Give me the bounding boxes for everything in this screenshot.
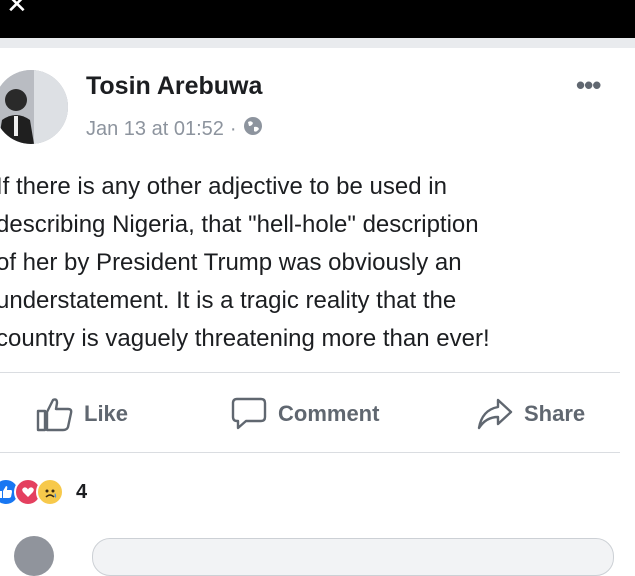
close-icon[interactable]: ✕: [6, 0, 28, 20]
divider: [0, 452, 620, 453]
sad-reaction-icon: [36, 478, 64, 506]
share-icon: [477, 398, 513, 430]
more-options-icon[interactable]: •••: [576, 70, 601, 101]
post-text: If there is any other adjective to be us…: [0, 173, 490, 352]
post-timestamp[interactable]: Jan 13 at 01:52: [86, 118, 224, 141]
top-bar: ✕: [0, 0, 635, 38]
like-button[interactable]: Like: [36, 396, 128, 432]
globe-icon: [243, 116, 263, 142]
reactions-bar[interactable]: 4: [0, 478, 87, 506]
like-label: Like: [84, 401, 129, 426]
post-meta: Jan 13 at 01:52 ·: [86, 116, 263, 142]
divider: [0, 372, 620, 373]
comment-button[interactable]: Comment: [230, 396, 379, 432]
thumbs-up-icon: [36, 398, 73, 432]
comment-input[interactable]: [92, 538, 614, 576]
feed-separator: [0, 38, 635, 48]
meta-separator: ·: [229, 117, 237, 140]
commenter-avatar: [14, 536, 54, 576]
share-label: Share: [524, 401, 586, 426]
comment-icon: [231, 397, 267, 430]
reaction-count: 4: [76, 480, 88, 503]
author-name[interactable]: Tosin Arebuwa: [86, 72, 262, 101]
share-button[interactable]: Share: [476, 396, 585, 432]
comment-label: Comment: [278, 401, 380, 426]
